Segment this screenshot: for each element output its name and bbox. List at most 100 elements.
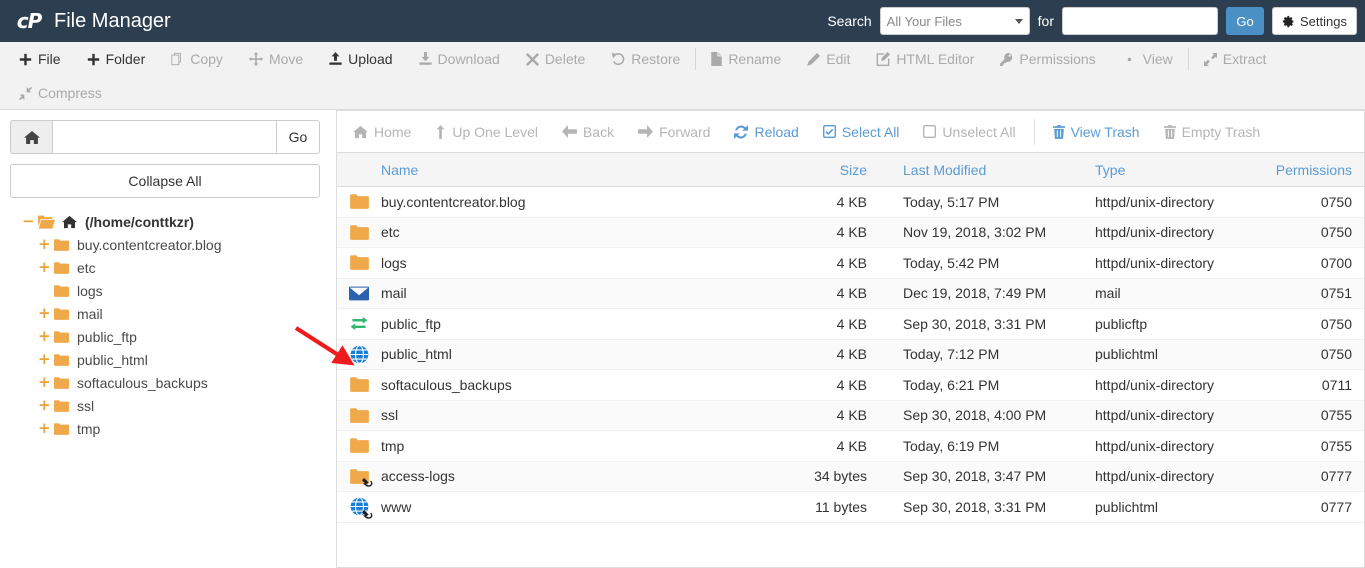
nav-unselect-all-button[interactable]: Unselect All [911,112,1027,152]
expand-icon[interactable]: + [38,329,51,344]
expand-icon[interactable]: + [38,375,51,390]
search-scope-value: All Your Files [886,13,962,29]
expand-icon[interactable]: + [38,306,51,321]
file-permissions-cell: 0750 [1320,315,1352,332]
column-header-name[interactable]: Name [337,162,757,178]
home-button[interactable] [10,120,52,154]
file-type-cell: publichtml [1095,498,1159,515]
column-header-permissions[interactable]: Permissions [1247,162,1362,178]
table-row[interactable]: logs 4 KB Today, 5:42 PM httpd/unix-directo… [337,248,1364,279]
file-name-label: buy.contentcreator.blog [381,193,526,210]
tree-node-buy.contentcreator.blog[interactable]: + buy.contentcreator.blog [18,233,320,256]
file-name-cell[interactable]: etc [337,224,757,240]
file-type-cell: publichtml [1095,346,1159,363]
nav-item-label: Select All [841,123,900,140]
table-row[interactable]: public_ftp 4 KB Sep 30, 2018, 3:31 PM publi… [337,309,1364,340]
file-size-cell: 4 KB [836,346,867,363]
file-name-cell[interactable]: access-logs [337,468,757,487]
tree-node-ssl[interactable]: + ssl [18,394,320,417]
search-go-button[interactable]: Go [1226,7,1265,35]
symlink-badge-icon [362,508,373,520]
nav-back-button[interactable]: Back [550,112,626,152]
tree-node-logs[interactable]: logs [18,279,320,302]
folder-tree: − (/home/conttkzr) + buy.contentcreator.blo… [10,210,320,440]
toolbar-folder-button[interactable]: Folder [74,42,159,76]
file-name-cell[interactable]: public_html [337,344,757,364]
symlink-badge-icon [362,476,373,487]
toolbar-upload-button[interactable]: Upload [316,42,405,76]
file-name-cell[interactable]: softaculous_backups [337,377,757,393]
tree-node-public_ftp[interactable]: + public_ftp [18,325,320,348]
expand-icon[interactable]: + [38,237,51,252]
toolbar-item-label: HTML Editor [896,51,975,67]
table-row[interactable]: etc 4 KB Nov 19, 2018, 3:02 PM httpd/unix-d… [337,217,1364,248]
toolbar-item-label: Edit [826,51,851,67]
table-row[interactable]: tmp 4 KB Today, 6:19 PM httpd/unix-director… [337,431,1364,462]
toolbar-download-button: Download [406,42,513,76]
table-row[interactable]: ssl 4 KB Sep 30, 2018, 4:00 PM httpd/unix-d… [337,400,1364,431]
toolbar-item-label: Rename [728,51,782,67]
toolbar-item-label: Restore [631,51,681,67]
nav-view-trash-button[interactable]: View Trash [1041,112,1152,152]
tree-node-softaculous_backups[interactable]: + softaculous_backups [18,371,320,394]
empty-box-icon [923,125,937,138]
nav-home-button[interactable]: Home [341,112,423,152]
collapse-icon[interactable]: − [22,214,35,229]
file-icon [711,52,723,66]
path-input[interactable] [52,120,276,154]
tree-node-public_html[interactable]: + public_html [18,348,320,371]
expand-icon[interactable]: + [38,260,51,275]
tree-node-tmp[interactable]: + tmp [18,417,320,440]
nav-up-one-level-button[interactable]: Up One Level [423,112,550,152]
folder-icon [54,422,69,435]
expand-icon[interactable]: + [38,421,51,436]
tree-node--home-conttkzr-[interactable]: − (/home/conttkzr) [18,210,320,233]
nav-empty-trash-button[interactable]: Empty Trash [1152,112,1273,152]
folder-icon [54,261,69,274]
table-row[interactable]: public_html 4 KB Today, 7:12 PM publichtml 0… [337,339,1364,370]
key-icon [1000,52,1013,66]
settings-button[interactable]: Settings [1272,7,1357,35]
column-header-last-modified[interactable]: Last Modified [867,162,1067,178]
tree-node-label: softaculous_backups [77,374,208,391]
toolbar-move-button: Move [236,42,316,76]
file-name-cell[interactable]: www [337,497,757,520]
table-row[interactable]: buy.contentcreator.blog 4 KB Today, 5:17 P… [337,187,1364,218]
file-type-cell: httpd/unix-directory [1095,468,1215,485]
table-row[interactable]: www 11 bytes Sep 30, 2018, 3:31 PM publicht… [337,492,1364,523]
nav-forward-button[interactable]: Forward [626,112,722,152]
expand-icon[interactable]: + [38,352,51,367]
file-name-cell[interactable]: public_ftp [337,316,757,332]
open-folder-home-icon [38,214,55,229]
collapse-all-button[interactable]: Collapse All [10,164,320,198]
table-row[interactable]: softaculous_backups 4 KB Today, 6:21 PM htt… [337,370,1364,401]
table-row[interactable]: access-logs 34 bytes Sep 30, 2018, 3:47 PM… [337,461,1364,492]
tree-node-mail[interactable]: + mail [18,302,320,325]
tree-node-label: ssl [77,397,95,414]
toolbar-restore-button: Restore [598,42,693,76]
toolbar-delete-button: Delete [513,42,598,76]
nav-select-all-button[interactable]: Select All [811,112,912,152]
toolbar-file-button[interactable]: File [6,42,74,76]
folder-icon [337,408,381,423]
folder-icon [337,255,381,271]
file-name-cell[interactable]: tmp [337,438,757,454]
path-go-button[interactable]: Go [276,120,320,154]
search-scope-select[interactable]: All Your Files [879,7,1030,35]
nav-item-label: Unselect All [942,123,1016,140]
column-header-type[interactable]: Type [1067,162,1247,178]
search-input[interactable] [1062,7,1219,35]
html-editor-icon [876,52,891,66]
expand-icon[interactable]: + [38,398,51,413]
file-name-label: softaculous_backups [381,376,512,393]
column-header-size[interactable]: Size [757,162,867,178]
file-permissions-cell: 0711 [1321,376,1352,393]
nav-reload-button[interactable]: Reload [722,112,810,152]
file-name-cell[interactable]: mail [337,285,757,301]
file-name-cell[interactable]: buy.contentcreator.blog [337,194,757,210]
folder-icon [54,307,69,320]
file-name-cell[interactable]: ssl [337,407,757,423]
file-name-cell[interactable]: logs [337,255,757,271]
table-row[interactable]: mail 4 KB Dec 19, 2018, 7:49 PM mail 0751 [337,278,1364,309]
tree-node-etc[interactable]: + etc [18,256,320,279]
